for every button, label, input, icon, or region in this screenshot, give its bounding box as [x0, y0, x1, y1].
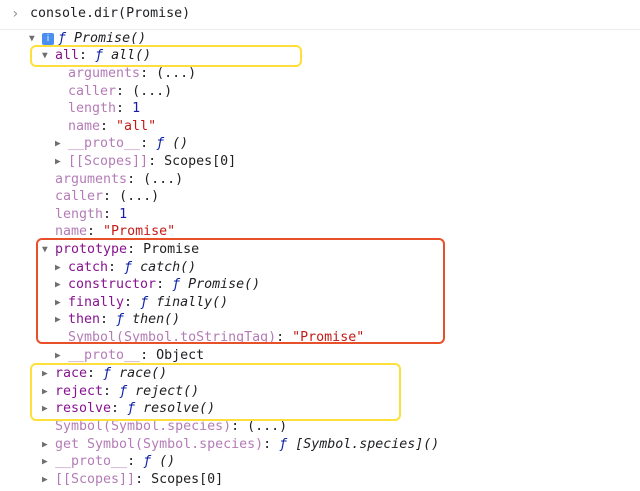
property-value: 1	[119, 207, 128, 222]
tree-item-proto[interactable]: ▶ __proto__: ƒ ()	[42, 453, 175, 471]
tree-item-prototype-catch[interactable]: ▶ catch: ƒ catch()	[55, 259, 196, 277]
collapsed-triangle-icon[interactable]: ▶	[42, 365, 55, 383]
property-value[interactable]: (...)	[119, 189, 159, 204]
property-key: reject	[55, 384, 104, 399]
property-value: "all"	[116, 119, 157, 134]
property-key: __proto__	[68, 348, 141, 363]
property-value[interactable]: (...)	[156, 66, 196, 81]
collapsed-triangle-icon[interactable]: ▶	[55, 153, 68, 171]
tree-item-name: name: "Promise"	[55, 224, 176, 239]
property-key: catch	[68, 260, 109, 275]
collapsed-triangle-icon[interactable]: ▶	[55, 311, 68, 329]
property-key: length	[55, 207, 104, 222]
expanded-triangle-icon[interactable]: ▼	[42, 241, 55, 259]
root-function-name: Promise()	[74, 31, 147, 46]
property-key: Symbol(Symbol.toStringTag)	[68, 330, 277, 345]
tree-item-symbol-species[interactable]: Symbol(Symbol.species): (...)	[55, 418, 287, 436]
property-value: race()	[119, 366, 168, 381]
property-value: reject()	[135, 384, 200, 399]
property-value[interactable]: (...)	[143, 172, 183, 187]
collapsed-triangle-icon[interactable]: ▶	[55, 276, 68, 294]
tree-item-race[interactable]: ▶ race: ƒ race()	[42, 365, 167, 383]
property-key: prototype	[55, 242, 128, 257]
tree-item-all-name: name: "all"	[68, 119, 157, 134]
property-value: then()	[132, 312, 181, 327]
tree-item-scopes[interactable]: ▶ [[Scopes]]: Scopes[0]	[42, 471, 223, 489]
property-value[interactable]: (...)	[132, 84, 172, 99]
property-value: "Promise"	[292, 330, 365, 345]
property-key: name	[55, 224, 88, 239]
property-key: Symbol(Symbol.species)	[55, 419, 232, 434]
property-value[interactable]: (...)	[247, 419, 287, 434]
collapsed-triangle-icon[interactable]: ▶	[55, 259, 68, 277]
property-value: Promise()	[188, 277, 261, 292]
console-command-line: › console.dir(Promise)	[0, 0, 640, 30]
tree-item-length: length: 1	[55, 207, 128, 222]
collapsed-triangle-icon[interactable]: ▶	[42, 471, 55, 489]
tree-item-prototype[interactable]: ▼ prototype: Promise	[42, 241, 199, 259]
collapsed-triangle-icon[interactable]: ▶	[42, 383, 55, 401]
tree-item-all-caller[interactable]: caller: (...)	[68, 83, 172, 101]
property-value: ()	[172, 136, 189, 151]
property-key: finally	[68, 295, 125, 310]
property-value: catch()	[140, 260, 197, 275]
expanded-triangle-icon[interactable]: ▼	[42, 47, 55, 65]
collapsed-triangle-icon[interactable]: ▶	[42, 436, 55, 454]
property-value: "Promise"	[103, 224, 176, 239]
tree-item-prototype-proto[interactable]: ▶ __proto__: Object	[55, 347, 204, 365]
tree-item-arguments[interactable]: arguments: (...)	[55, 171, 183, 189]
tree-item-all-proto[interactable]: ▶ __proto__: ƒ ()	[55, 135, 188, 153]
property-key: all	[55, 48, 80, 63]
collapsed-triangle-icon[interactable]: ▶	[55, 347, 68, 365]
collapsed-triangle-icon[interactable]: ▶	[42, 453, 55, 471]
tree-root-promise[interactable]: ▼ i ƒ Promise()	[29, 30, 146, 48]
property-key: length	[68, 101, 117, 116]
property-key: __proto__	[68, 136, 141, 151]
property-value: [Symbol.species]()	[295, 437, 440, 452]
property-value: 1	[132, 101, 141, 116]
property-key: [[Scopes]]	[68, 154, 149, 169]
property-value: Promise	[143, 242, 200, 257]
tree-item-prototype-symbol-tostringtag: Symbol(Symbol.toStringTag): "Promise"	[68, 330, 365, 345]
tree-item-get-symbol-species[interactable]: ▶ get Symbol(Symbol.species): ƒ [Symbol.s…	[42, 436, 439, 454]
property-value: finally()	[156, 295, 229, 310]
property-key: arguments	[55, 172, 128, 187]
tree-item-reject[interactable]: ▶ reject: ƒ reject()	[42, 383, 199, 401]
tree-item-resolve[interactable]: ▶ resolve: ƒ resolve()	[42, 400, 215, 418]
tree-item-all[interactable]: ▼ all: ƒ all()	[42, 47, 151, 65]
info-icon: i	[42, 33, 54, 45]
property-key: constructor	[68, 277, 157, 292]
tree-item-prototype-constructor[interactable]: ▶ constructor: ƒ Promise()	[55, 276, 260, 294]
collapsed-triangle-icon[interactable]: ▶	[42, 400, 55, 418]
property-key: resolve	[55, 401, 112, 416]
property-value: Scopes[0]	[164, 154, 237, 169]
property-key: get Symbol(Symbol.species)	[55, 437, 264, 452]
property-key: then	[68, 312, 101, 327]
tree-item-all-length: length: 1	[68, 101, 141, 116]
console-command: console.dir(Promise)	[30, 6, 191, 21]
property-value: Object	[156, 348, 205, 363]
tree-item-caller[interactable]: caller: (...)	[55, 188, 159, 206]
prompt-chevron-icon: ›	[11, 6, 20, 22]
property-key: caller	[68, 84, 117, 99]
property-key: caller	[55, 189, 104, 204]
collapsed-triangle-icon[interactable]: ▶	[55, 294, 68, 312]
tree-item-prototype-finally[interactable]: ▶ finally: ƒ finally()	[55, 294, 228, 312]
property-value: Scopes[0]	[151, 472, 224, 487]
property-key: __proto__	[55, 454, 128, 469]
property-key: arguments	[68, 66, 141, 81]
expanded-triangle-icon[interactable]: ▼	[29, 30, 42, 48]
tree-item-all-scopes[interactable]: ▶ [[Scopes]]: Scopes[0]	[55, 153, 236, 171]
property-value: all()	[111, 48, 152, 63]
property-value: ()	[159, 454, 176, 469]
collapsed-triangle-icon[interactable]: ▶	[55, 135, 68, 153]
property-key: race	[55, 366, 88, 381]
property-key: [[Scopes]]	[55, 472, 136, 487]
tree-item-all-arguments[interactable]: arguments: (...)	[68, 65, 196, 83]
property-key: name	[68, 119, 101, 134]
property-value: resolve()	[143, 401, 216, 416]
tree-item-prototype-then[interactable]: ▶ then: ƒ then()	[55, 311, 180, 329]
